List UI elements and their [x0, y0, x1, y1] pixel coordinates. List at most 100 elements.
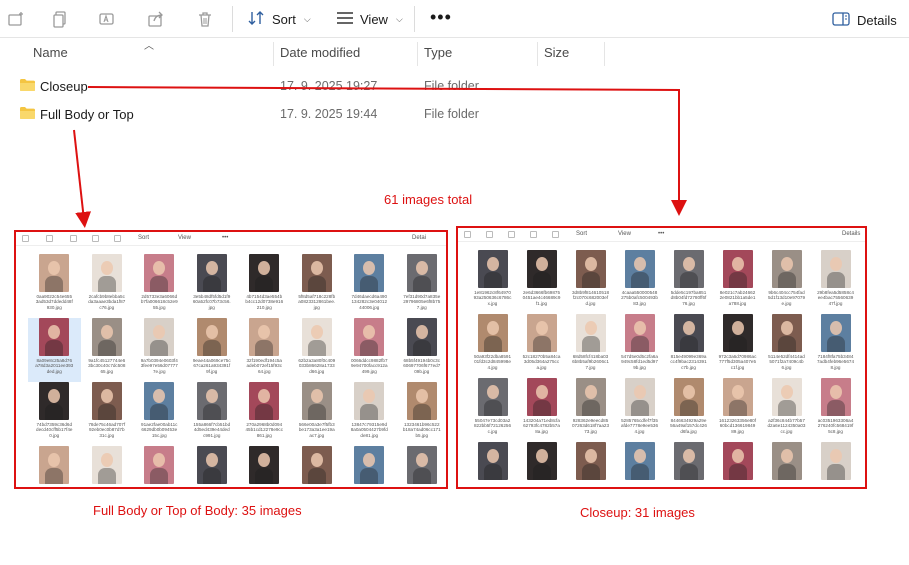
image-file-tile[interactable]: 74bd7359c36d6ddecd40cff5b17f4e0.jpg [28, 382, 81, 446]
image-file-tile[interactable]: 62b2a3a80f0c409033b86628a1733d66.jpg [291, 318, 344, 382]
more-options-button[interactable]: ••• [430, 8, 452, 26]
image-file-tile[interactable]: 2cafcb9b8ebba5cda3aaae3bda1f87c76.jpg [81, 254, 134, 318]
image-file-tile[interactable]: 0aa9022c54e6553ad53d7ddedd48f930.jpg [28, 254, 81, 318]
file-row-closeup[interactable]: Closeup 17. 9. 2025 19:27 File folder [0, 74, 909, 98]
image-file-tile[interactable]: a2f36c844b77b57d2a6e1124350a03cc.jpg [762, 378, 811, 442]
image-file-tile[interactable]: 9eae44a069ce75c67ca261a934391f9f.jpg [186, 318, 239, 382]
image-file-tile[interactable]: 1e81962c8f6497093a250636c6786cx.jpg [468, 250, 517, 314]
image-thumbnail [477, 378, 508, 416]
image-file-name: 7d46daecd6a490134282c3e0401244006.jpg [351, 294, 387, 310]
column-header-name[interactable]: Name [33, 45, 68, 65]
image-file-tile[interactable]: 2d5733e3a6066db7fa006618c52e955.jpg [133, 254, 186, 318]
image-file-name: 2e6d3666fb698750451ae4c46689c9f1.jpg [522, 290, 561, 306]
image-file-tile[interactable]: 815e49099e369acc4f9bac2314391c7b.jpg [664, 314, 713, 378]
image-thumbnail [526, 378, 557, 416]
image-file-tile[interactable]: 3d8b9f814610518f2c070c682003efd.jpg [566, 250, 615, 314]
file-date-modified: 17. 9. 2025 19:27 [280, 79, 378, 93]
column-header-type[interactable]: Type [424, 45, 452, 65]
image-file-tile[interactable]: 8a09e8c25a8d76a78d3a2011ee393ded.jpg [28, 318, 81, 382]
image-thumbnail [91, 382, 122, 420]
image-file-tile[interactable]: 4caaa550000548275b0afc500493b83.jpg [615, 250, 664, 314]
image-file-tile[interactable] [664, 442, 713, 487]
image-file-tile[interactable]: 5285765cdfef7f35afde7778e9ee5364.jpg [615, 378, 664, 442]
image-file-tile[interactable]: 9b6c404cc754fad5d1f13d10e97079e.jpg [762, 250, 811, 314]
share-icon[interactable] [146, 9, 166, 29]
image-file-tile[interactable] [28, 446, 81, 487]
image-file-tile[interactable] [186, 446, 239, 487]
rename-icon[interactable] [97, 9, 117, 29]
image-file-tile[interactable]: ac0351963306a4276240fc568419f5c8.jpg [811, 378, 860, 442]
image-file-tile[interactable]: 8e021c7ab246622e0821bb1a5de1a788.jpg [713, 250, 762, 314]
image-file-tile[interactable]: 5dde5c197ba851d8b04fd72780ff6f76.jpg [664, 250, 713, 314]
image-file-tile[interactable] [343, 446, 396, 487]
column-separator[interactable] [604, 42, 605, 66]
image-file-tile[interactable]: 7ef31d90d7a835e29796805e6f8b757.jpg [396, 254, 447, 318]
image-file-name: 55047e73cd03a2822bb5f72126256c.jpg [473, 418, 512, 434]
trash-icon[interactable] [195, 9, 215, 29]
image-file-tile[interactable]: 1323461b96c522b18a74ad06cc171b5.jpg [396, 382, 447, 446]
column-separator[interactable] [273, 42, 274, 66]
image-file-tile[interactable]: 0066ddcc9882fb79e94700facc912a499.jpg [343, 318, 396, 382]
image-file-tile[interactable]: 16123263356e80f60bcd13661984989.jpg [713, 378, 762, 442]
column-header-date-modified[interactable]: Date modified [280, 45, 360, 65]
image-file-tile[interactable]: 3e5b48df5fd5d1f960a52fc07b73c56.jpg [186, 254, 239, 318]
image-file-tile[interactable] [396, 446, 447, 487]
image-file-tile[interactable]: 5114e52df4414ad5071f2a7409c4b6.jpg [762, 314, 811, 378]
image-file-tile[interactable]: 29b8fea5d5858c4ee4bac7556063947f.jpg [811, 250, 860, 314]
image-file-tile[interactable] [517, 442, 566, 487]
image-file-tile[interactable]: 52c18270b5a84ca3d05d364a275cca.jpg [517, 314, 566, 378]
image-file-tile[interactable]: 55047e73cd03a2822bb5f72126256c.jpg [468, 378, 517, 442]
copy-icon[interactable] [50, 9, 70, 29]
image-file-name: 1e81962c8f6497093a250636c6786cx.jpg [473, 290, 512, 306]
image-file-tile[interactable]: 155a866f7cb51bd4d5ed439e44dedc991.jpg [186, 382, 239, 446]
sort-button: Sort [138, 235, 150, 241]
image-file-tile[interactable] [291, 446, 344, 487]
image-file-tile[interactable]: 547d5e0d5c2fa6a949c58fd1ed5d979b.jpg [615, 314, 664, 378]
image-file-tile[interactable] [811, 442, 860, 487]
image-file-tile[interactable] [713, 442, 762, 487]
image-file-tile[interactable]: 4b7154d3ae554bb4cc12d0738e916210.jpg [238, 254, 291, 318]
sort-icon [248, 10, 266, 29]
image-file-tile[interactable] [81, 446, 134, 487]
image-file-tile[interactable] [566, 442, 615, 487]
image-file-tile[interactable]: 7184f8fa75b34847adb4feb96e56748.jpg [811, 314, 860, 378]
image-file-tile[interactable]: 7d46daecd6a490134282c3e0401244006.jpg [343, 254, 396, 318]
image-file-tile[interactable] [762, 442, 811, 487]
image-file-tile[interactable] [238, 446, 291, 487]
image-file-tile[interactable]: 50a93f22dba859101fd3c2d845998e4.jpg [468, 314, 517, 378]
image-file-tile[interactable]: 566e00a3e7f5fb3be173a3a1ee19aac7.jpg [291, 382, 344, 446]
new-folder-icon[interactable] [6, 9, 26, 29]
image-file-tile[interactable]: 8446634929a29e56a49af157dc426d6fa.jpg [664, 378, 713, 442]
image-file-tile[interactable]: 68b5f49194b0c3c60697706f677ed709b.jpg [396, 318, 447, 382]
image-thumbnail [575, 442, 606, 480]
image-file-tile[interactable] [615, 442, 664, 487]
image-file-tile[interactable]: 972c3a6d70986ac777f5d305a407e5c1f.jpg [713, 314, 762, 378]
image-file-tile[interactable]: 5f8d5af718c228fba0823312861bee.jpg [291, 254, 344, 318]
column-header-size[interactable]: Size [544, 45, 569, 65]
image-file-tile[interactable]: 32f190edf194c5aadeb072ef15f93c64.jpg [238, 318, 291, 382]
image-file-tile[interactable] [468, 442, 517, 487]
image-file-name: 928362e9eecd8507263d618f7aa2373.jpg [571, 418, 610, 434]
image-file-tile[interactable] [133, 446, 186, 487]
image-file-tile[interactable]: 91ae2fae00ab11c6629db0b09453e15c.jpg [133, 382, 186, 446]
image-file-tile[interactable]: 928362e9eecd8507263d618f7aa2373.jpg [566, 378, 615, 442]
image-file-name: 74bd7359c36d6ddecd40cff5b17f4e0.jpg [36, 422, 73, 438]
sort-button[interactable]: Sort ⌵ [248, 8, 311, 30]
image-file-tile[interactable]: 9a7b0394e0603f43fee97e56d077777e.jpg [133, 318, 186, 382]
command-bar: Sort ⌵ View ⌵ ••• Details [0, 0, 909, 38]
image-file-tile[interactable]: 13847c79315e9d8a0a0504427b9fdde81.jpg [343, 382, 396, 446]
details-pane-button[interactable]: Details [832, 10, 897, 30]
column-separator[interactable] [537, 42, 538, 66]
file-row-full-body-or-top[interactable]: Full Body or Top 17. 9. 2025 19:44 File … [0, 102, 909, 126]
image-file-name: 9a1fc45127744e63bc30c40c7dc50865.jpg [88, 358, 126, 374]
image-file-tile[interactable]: 270a2968b0d09445b1cd12278e9cc861.jpg [238, 382, 291, 446]
image-file-name: 29b8fea5d5858c4ee4bac7556063947f.jpg [817, 290, 854, 306]
column-separator[interactable] [417, 42, 418, 66]
image-file-tile[interactable]: 68d58fcf418ba036b8b5af9b2606c17.jpg [566, 314, 615, 378]
view-button[interactable]: View ⌵ [336, 8, 403, 30]
image-file-tile[interactable]: 9a1fc45127744e63bc30c40c7dc50865.jpg [81, 318, 134, 382]
image-file-tile[interactable]: 143204a71ed8cfa62793fc4782b57a8a.jpg [517, 378, 566, 442]
image-file-tile[interactable]: 78de75c46ad707f92eb0ec0b87d7b31c.jpg [81, 382, 134, 446]
image-file-name: 9a7b0394e0603f43fee97e56d077777e.jpg [140, 358, 178, 374]
image-file-tile[interactable]: 2e6d3666fb698750451ae4c46689c9f1.jpg [517, 250, 566, 314]
